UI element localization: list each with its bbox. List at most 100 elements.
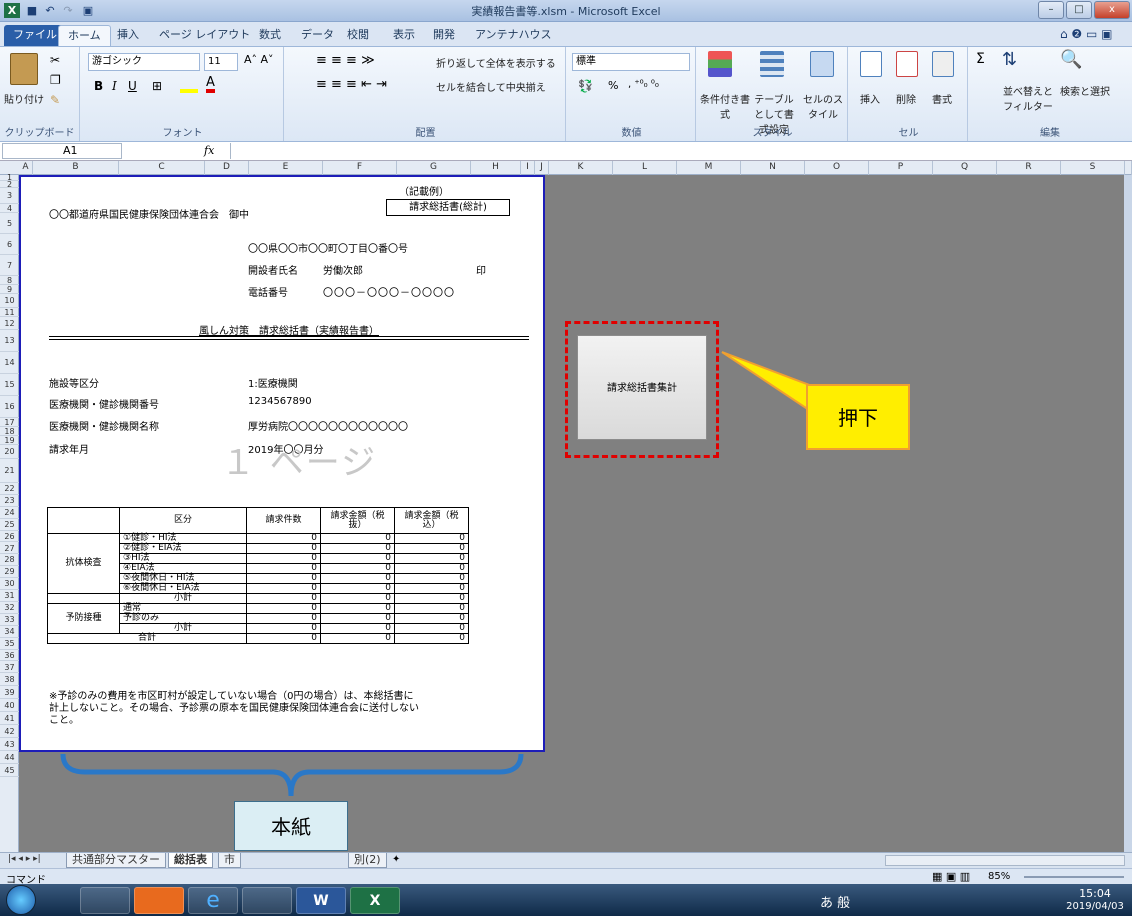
column-header[interactable] [1125,161,1132,175]
row-header[interactable]: 42 [0,725,19,739]
row-header[interactable]: 24 [0,507,19,519]
row-header[interactable]: 44 [0,751,19,765]
office-icon[interactable] [134,887,184,914]
row-header[interactable]: 15 [0,374,19,396]
font-name-combo[interactable]: 游ゴシック [88,53,200,71]
row-header[interactable]: 21 [0,459,19,483]
row-header[interactable]: 29 [0,566,19,579]
italic-button[interactable]: I [112,79,117,93]
row-header[interactable]: 20 [0,445,19,459]
zoom-level[interactable]: 85% [988,871,1010,882]
sheet-nav-icon[interactable]: |◂ ◂ ▸ ▸| [8,854,41,864]
view-buttons-icon[interactable]: ▦ ▣ ▥ [932,870,970,883]
row-header[interactable]: 7 [0,255,19,276]
font-color-icon[interactable]: A [206,75,215,93]
clock-time[interactable]: 15:04 [1060,887,1130,900]
row-header[interactable]: 10 [0,294,19,308]
column-header[interactable]: D [205,161,249,175]
autosum-icon[interactable]: Σ [976,51,985,67]
row-header[interactable]: 2 [0,181,19,189]
row-header[interactable]: 3 [0,188,19,204]
app-icon[interactable] [242,887,292,914]
tab-insert[interactable]: 挿入 [108,25,148,46]
sheet-tab[interactable]: 市 [218,853,241,868]
wrap-text-button[interactable]: 折り返して全体を表示する [436,55,556,70]
find-select-button[interactable]: 検索と選択 [1060,83,1110,98]
maximize-button[interactable]: □ [1066,1,1092,19]
bold-button[interactable]: B [94,79,103,93]
row-header[interactable]: 23 [0,495,19,507]
column-header[interactable]: O [805,161,869,175]
paste-icon[interactable] [10,53,38,85]
row-header[interactable]: 39 [0,686,19,700]
paste-button[interactable]: 貼り付け [4,91,44,106]
word-icon[interactable]: W [296,887,346,914]
row-header[interactable]: 13 [0,330,19,352]
row-header[interactable]: 31 [0,590,19,602]
name-box[interactable]: A1 [2,143,122,159]
start-button-icon[interactable] [6,885,36,915]
conditional-format-button[interactable]: 条件付き書式 [700,91,750,121]
align-top-icon[interactable]: ≡ ≡ ≡ ≫ [316,53,375,68]
column-header[interactable]: K [549,161,613,175]
row-header[interactable]: 4 [0,204,19,213]
row-header[interactable]: 36 [0,650,19,662]
column-header[interactable]: L [613,161,677,175]
sheet-tab-active[interactable]: 総括表 [168,853,213,868]
cut-icon[interactable]: ✂ [50,53,60,67]
delete-cells-icon[interactable] [896,51,918,77]
column-header[interactable]: S [1061,161,1125,175]
underline-button[interactable]: U [128,79,137,93]
delete-cells-button[interactable]: 削除 [896,91,916,106]
column-header[interactable]: N [741,161,805,175]
format-cells-icon[interactable] [932,51,954,77]
row-header[interactable]: 22 [0,483,19,495]
row-header[interactable]: 14 [0,352,19,374]
tab-file[interactable]: ファイル [4,25,66,46]
row-header[interactable]: 6 [0,234,19,255]
row-header[interactable]: 27 [0,543,19,555]
column-header[interactable]: C [119,161,205,175]
column-header[interactable]: G [397,161,471,175]
row-header[interactable]: 26 [0,531,19,543]
sort-filter-button[interactable]: 並べ替えとフィルター [1000,83,1056,113]
tab-home[interactable]: ホーム [58,25,111,46]
column-header[interactable]: R [997,161,1061,175]
formula-input[interactable] [230,143,1130,159]
column-header[interactable]: P [869,161,933,175]
row-header[interactable]: 34 [0,626,19,638]
row-header[interactable]: 35 [0,638,19,650]
decimal-icon[interactable]: , ⁺⁰₀ ⁰₀ [628,79,659,90]
ie-icon[interactable]: e [188,887,238,914]
tab-page-layout[interactable]: ページ レイアウト [150,25,259,46]
column-header[interactable]: Q [933,161,997,175]
tab-formulas[interactable]: 数式 [250,25,290,46]
minimize-button[interactable]: – [1038,1,1064,19]
format-cells-button[interactable]: 書式 [932,91,952,106]
column-header[interactable]: B [33,161,119,175]
row-header[interactable]: 16 [0,396,19,418]
row-header[interactable]: 9 [0,285,19,294]
column-header[interactable]: E [249,161,323,175]
clock-date[interactable]: 2019/04/03 [1060,901,1130,912]
row-header[interactable]: 30 [0,578,19,591]
font-size-combo[interactable]: 11 [204,53,238,71]
column-header[interactable]: J [535,161,549,175]
horizontal-scrollbar[interactable] [885,855,1125,866]
row-header[interactable]: 11 [0,308,19,317]
border-icon[interactable]: ⊞ [152,79,162,93]
excel-taskbar-icon[interactable]: X [350,887,400,914]
row-header[interactable]: 19 [0,436,19,445]
new-sheet-icon[interactable]: ✦ [392,854,400,865]
format-painter-icon[interactable]: ✎ [50,93,60,107]
sort-icon[interactable]: ⇅ [1002,49,1017,70]
tab-data[interactable]: データ [292,25,343,46]
tab-antennahouse[interactable]: アンテナハウス [466,25,561,46]
row-header[interactable]: 37 [0,662,19,674]
function-icon[interactable]: fx [204,144,214,157]
row-header[interactable]: 33 [0,614,19,626]
sheet-tab[interactable]: 共通部分マスター [66,853,166,868]
row-header[interactable]: 17 [0,418,19,427]
row-header[interactable]: 8 [0,276,19,285]
help-icon[interactable]: ⌂ ❷ ▭ ▣ [1060,27,1113,41]
